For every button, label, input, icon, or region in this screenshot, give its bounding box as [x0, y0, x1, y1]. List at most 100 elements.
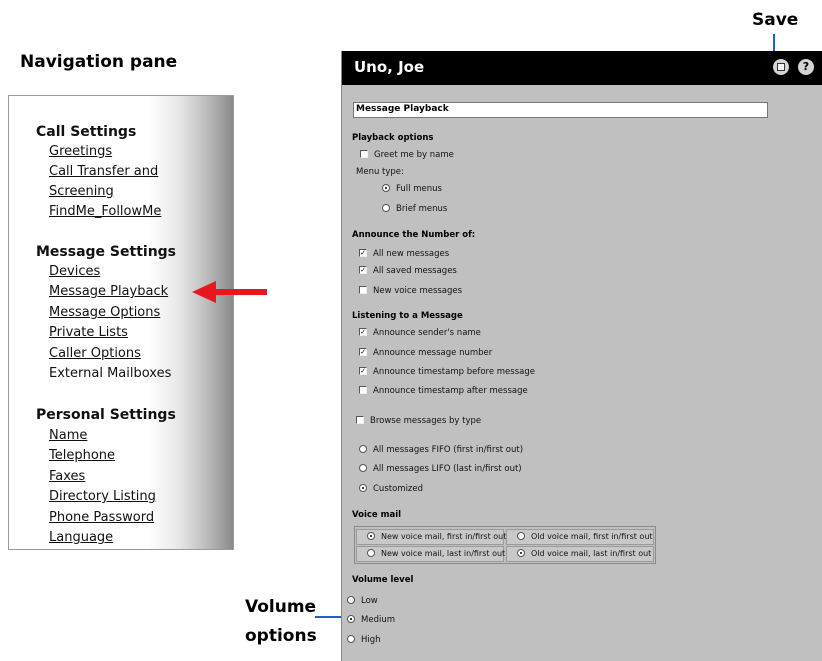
radio-icon	[367, 548, 375, 557]
new-fifo-radio[interactable]: New voice mail, first in/first out	[356, 529, 507, 545]
customized-label: Customized	[373, 484, 424, 494]
nav-link-findme-followme[interactable]: FindMe_FollowMe	[49, 204, 161, 219]
radio-icon	[347, 614, 355, 623]
all-saved-messages-label: All saved messages	[373, 266, 457, 276]
all-new-messages-checkbox[interactable]: ✓ All new messages	[359, 248, 450, 259]
fifo-radio[interactable]: All messages FIFO (first in/first out)	[359, 444, 524, 455]
save-icon	[777, 63, 785, 71]
announce-number-label: Announce message number	[373, 348, 493, 358]
customized-radio[interactable]: Customized	[359, 483, 424, 494]
volume-options-label-line1: Volume	[245, 597, 317, 617]
section-volume: Volume level	[352, 575, 414, 585]
announce-timestamp-after-label: Announce timestamp after message	[373, 386, 528, 396]
lifo-label: All messages LIFO (last in/first out)	[373, 464, 522, 474]
app-header: Uno, Joe ?	[342, 51, 822, 85]
nav-link-telephone[interactable]: Telephone	[49, 448, 115, 463]
announce-timestamp-before-checkbox[interactable]: ✓ Announce timestamp before message	[359, 366, 535, 377]
section-listening: Listening to a Message	[352, 311, 463, 321]
navigation-pane-label: Navigation pane	[20, 52, 178, 72]
announce-timestamp-after-checkbox[interactable]: Announce timestamp after message	[359, 385, 528, 396]
nav-link-greetings[interactable]: Greetings	[49, 144, 112, 159]
checkbox-checked-icon: ✓	[359, 347, 367, 356]
nav-link-devices[interactable]: Devices	[49, 264, 100, 279]
radio-icon	[517, 548, 525, 557]
announce-number-checkbox[interactable]: ✓ Announce message number	[359, 347, 493, 358]
help-icon: ?	[802, 60, 810, 73]
volume-medium-label: Medium	[361, 615, 395, 625]
nav-link-message-playback[interactable]: Message Playback	[49, 284, 168, 299]
page-title: Message Playback	[353, 102, 768, 118]
brief-menus-radio[interactable]: Brief menus	[382, 203, 447, 214]
menu-type-label: Menu type:	[356, 167, 404, 177]
browse-by-type-checkbox[interactable]: Browse messages by type	[356, 415, 482, 426]
new-voice-messages-label: New voice messages	[373, 286, 463, 296]
nav-heading-personal-settings: Personal Settings	[36, 407, 176, 423]
radio-icon	[517, 531, 525, 540]
app-window: Uno, Joe ? Message Playback Playback opt…	[341, 51, 822, 661]
all-saved-messages-checkbox[interactable]: ✓ All saved messages	[359, 265, 457, 276]
save-callout-label: Save	[752, 10, 799, 30]
full-menus-radio[interactable]: Full menus	[382, 183, 442, 194]
old-lifo-radio[interactable]: Old voice mail, last in/first out	[506, 546, 654, 562]
checkbox-checked-icon: ✓	[359, 265, 367, 274]
announce-sender-checkbox[interactable]: ✓ Announce sender's name	[359, 327, 481, 338]
nav-link-call-transfer[interactable]: Call Transfer and	[49, 164, 158, 179]
section-playback-options: Playback options	[352, 133, 434, 143]
volume-medium-radio[interactable]: Medium	[347, 614, 395, 625]
greet-me-checkbox[interactable]: Greet me by name	[360, 149, 454, 160]
old-fifo-radio[interactable]: Old voice mail, first in/first out	[506, 529, 654, 545]
checkbox-checked-icon: ✓	[359, 366, 367, 375]
checkbox-icon	[360, 149, 368, 158]
nav-link-screening[interactable]: Screening	[49, 184, 114, 199]
nav-link-phone-password[interactable]: Phone Password	[49, 510, 154, 525]
radio-icon	[382, 203, 390, 212]
radio-icon	[359, 463, 367, 472]
nav-link-name[interactable]: Name	[49, 428, 87, 443]
help-button[interactable]: ?	[798, 59, 814, 75]
browse-by-type-label: Browse messages by type	[370, 416, 482, 426]
checkbox-checked-icon: ✓	[359, 248, 367, 257]
save-button[interactable]	[773, 59, 789, 75]
nav-heading-message-settings: Message Settings	[36, 244, 177, 260]
pointer-arrow-icon	[192, 281, 216, 303]
checkbox-icon	[359, 285, 367, 294]
section-announce: Announce the Number of:	[352, 230, 476, 240]
voice-mail-options: New voice mail, first in/first out Old v…	[354, 526, 656, 564]
full-menus-label: Full menus	[396, 184, 442, 194]
new-lifo-label: New voice mail, last in/first out	[381, 549, 506, 558]
new-fifo-label: New voice mail, first in/first out	[381, 532, 507, 541]
nav-link-directory-listing[interactable]: Directory Listing	[49, 489, 156, 504]
lifo-radio[interactable]: All messages LIFO (last in/first out)	[359, 463, 522, 474]
old-lifo-label: Old voice mail, last in/first out	[531, 549, 652, 558]
volume-low-label: Low	[361, 596, 378, 606]
volume-high-radio[interactable]: High	[347, 634, 381, 645]
nav-link-language[interactable]: Language	[49, 530, 113, 545]
nav-link-external-mailboxes[interactable]: External Mailboxes	[49, 366, 171, 381]
nav-link-caller-options[interactable]: Caller Options	[49, 346, 141, 361]
all-new-messages-label: All new messages	[373, 249, 450, 259]
volume-low-radio[interactable]: Low	[347, 595, 378, 606]
nav-link-faxes[interactable]: Faxes	[49, 469, 85, 484]
nav-link-message-options[interactable]: Message Options	[49, 305, 160, 320]
announce-timestamp-before-label: Announce timestamp before message	[373, 367, 535, 377]
navigation-pane: Call Settings Greetings Call Transfer an…	[8, 95, 234, 550]
pointer-arrow-shaft	[215, 289, 267, 295]
fifo-label: All messages FIFO (first in/first out)	[373, 445, 524, 455]
checkbox-icon	[356, 415, 364, 424]
volume-high-label: High	[361, 635, 381, 645]
nav-heading-call-settings: Call Settings	[36, 124, 137, 140]
greet-me-label: Greet me by name	[374, 150, 454, 160]
checkbox-checked-icon: ✓	[359, 327, 367, 336]
volume-options-label-line2: options	[245, 626, 317, 646]
user-name: Uno, Joe	[354, 58, 425, 76]
radio-icon	[359, 444, 367, 453]
radio-icon	[347, 595, 355, 604]
radio-icon	[347, 634, 355, 643]
new-voice-messages-checkbox[interactable]: New voice messages	[359, 285, 463, 296]
announce-sender-label: Announce sender's name	[373, 328, 481, 338]
checkbox-icon	[359, 385, 367, 394]
radio-icon	[367, 531, 375, 540]
new-lifo-radio[interactable]: New voice mail, last in/first out	[356, 546, 506, 562]
nav-link-private-lists[interactable]: Private Lists	[49, 325, 128, 340]
radio-icon	[382, 183, 390, 192]
